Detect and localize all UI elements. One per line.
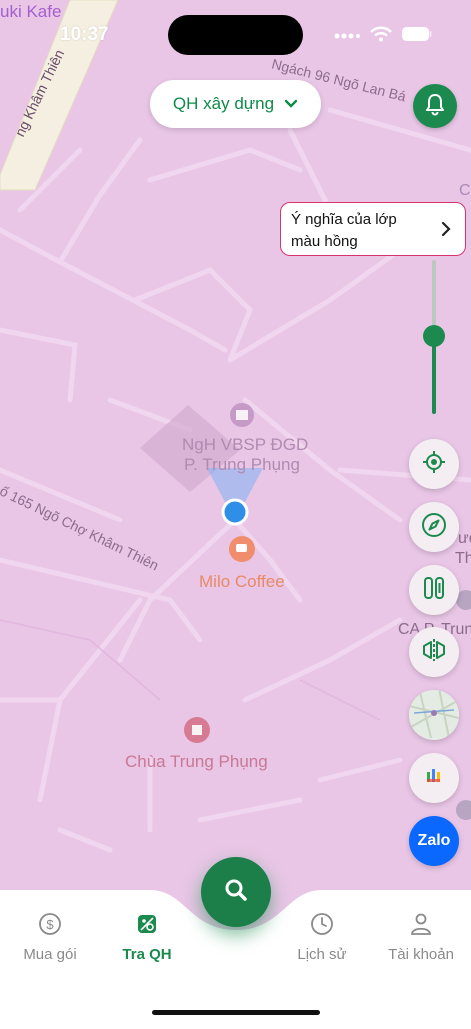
search-button[interactable] (201, 857, 271, 927)
split-panels-icon (421, 575, 447, 606)
crosshair-icon (422, 450, 446, 479)
map-label-kafe: uki Kafe (0, 2, 62, 21)
tab-label: Mua gói (23, 946, 77, 963)
legend-card-line2: màu hồng (291, 233, 358, 250)
google-maps-icon (425, 767, 443, 790)
user-icon (409, 912, 433, 940)
tab-mua-goi[interactable]: $ Mua gói (5, 912, 95, 963)
map-label-chua: Chùa Trung Phụng (125, 752, 268, 771)
legend-card-line1: Ý nghĩa của lớp (291, 211, 397, 228)
map-label-ngh-vbsp: NgH VBSP ĐGD (182, 435, 309, 454)
tab-tra-qh[interactable]: Tra QH (102, 912, 192, 963)
layer-meaning-card[interactable]: Ý nghĩa của lớp màu hồng (280, 202, 466, 256)
notification-button[interactable] (413, 84, 457, 128)
status-icons (334, 26, 432, 47)
compare-button[interactable] (409, 627, 459, 677)
layer-select-label: QH xây dựng (172, 94, 275, 113)
chevron-right-icon (441, 221, 451, 244)
clock-icon (310, 912, 334, 940)
map-label-right-thuc: Thực (455, 550, 471, 567)
compare-icon (421, 637, 447, 668)
split-view-button[interactable] (409, 565, 459, 615)
home-indicator (152, 1010, 320, 1015)
zalo-button[interactable]: Zalo (409, 816, 459, 866)
google-maps-button[interactable] (409, 753, 459, 803)
wifi-icon (370, 26, 392, 47)
signal-icon (334, 28, 360, 46)
search-icon (223, 877, 249, 908)
map-search-icon (135, 912, 159, 940)
map-label-milo-coffee: Milo Coffee (199, 572, 285, 591)
dynamic-island (168, 15, 303, 55)
tab-label: Tra QH (122, 946, 172, 963)
opacity-slider-fill (432, 336, 436, 414)
battery-icon (402, 27, 432, 46)
svg-text:$: $ (46, 917, 54, 932)
bell-icon (424, 92, 446, 121)
map-label-right-c: C (459, 182, 471, 199)
map-label-trung-phung: P. Trung Phụng (184, 455, 300, 474)
dollar-icon: $ (38, 912, 62, 940)
compass-icon (421, 512, 447, 543)
tab-label: Tài khoản (388, 946, 454, 963)
compass-button[interactable] (409, 502, 459, 552)
tab-tai-khoan[interactable]: Tài khoản (376, 912, 466, 963)
tab-lich-su[interactable]: Lịch sử (277, 912, 367, 963)
map-label-right-uon: ườ (458, 530, 471, 547)
chevron-down-icon (284, 94, 298, 114)
tab-label: Lịch sử (297, 946, 347, 963)
map-thumbnail-icon (409, 690, 459, 740)
base-map-button[interactable] (409, 690, 459, 740)
opacity-slider-thumb[interactable] (423, 325, 445, 347)
status-time: 10:37 (60, 24, 109, 45)
my-location-button[interactable] (409, 439, 459, 489)
planning-layer-select[interactable]: QH xây dựng (150, 80, 321, 128)
